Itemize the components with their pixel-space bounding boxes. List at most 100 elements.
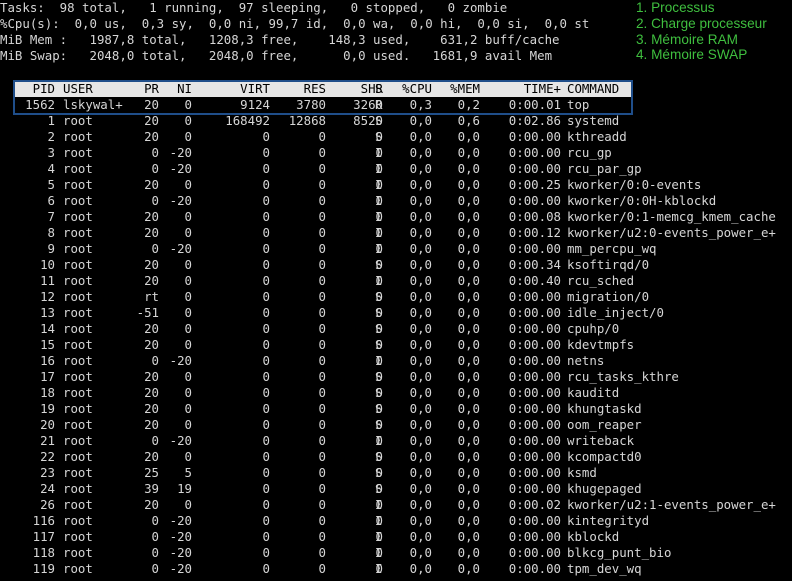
cell-ni: 19 [177, 481, 192, 496]
cell-time: 0:00.00 [508, 337, 561, 352]
cell-mem: 0,0 [457, 481, 480, 496]
table-row[interactable]: 117 root 0 -20 0 0 0 I 0,0 0,0 0:00.00 kblockd [0, 529, 792, 545]
cell-res: 0 [318, 273, 326, 288]
cell-pid: 14 [40, 321, 55, 336]
table-row[interactable]: 14 root 20 0 0 0 0 S 0,0 0,0 0:00.00 cpuhp/0 [0, 321, 792, 337]
cell-shr: 0 [375, 305, 383, 320]
cell-pr: 0 [151, 433, 159, 448]
cell-res: 0 [318, 289, 326, 304]
cell-virt: 0 [262, 417, 270, 432]
table-row[interactable]: 15 root 20 0 0 0 0 S 0,0 0,0 0:00.00 kdevtmpfs [0, 337, 792, 353]
cell-pr: 20 [144, 449, 159, 464]
cell-shr: 0 [375, 209, 383, 224]
cell-pid: 12 [40, 289, 55, 304]
cell-res: 0 [318, 529, 326, 544]
cell-cpu: 0,0 [409, 513, 432, 528]
cell-cpu: 0,0 [409, 433, 432, 448]
table-row[interactable]: 118 root 0 -20 0 0 0 I 0,0 0,0 0:00.00 blkcg_punt_b… [0, 545, 792, 561]
cell-ni: 0 [184, 369, 192, 384]
cell-res: 0 [318, 465, 326, 480]
table-row[interactable]: 116 root 0 -20 0 0 0 I 0,0 0,0 0:00.00 kintegrityd [0, 513, 792, 529]
cell-shr: 0 [375, 289, 383, 304]
cell-command: migration/0 [567, 289, 650, 304]
cell-shr: 0 [375, 481, 383, 496]
cell-pr: 20 [144, 321, 159, 336]
table-row[interactable]: 19 root 20 0 0 0 0 S 0,0 0,0 0:00.00 khungtaskd [0, 401, 792, 417]
cell-command: mm_percpu_wq [567, 241, 657, 256]
cell-time: 0:00.08 [508, 209, 561, 224]
cell-command: cpuhp/0 [567, 321, 620, 336]
cell-pid: 1 [47, 113, 55, 128]
table-row[interactable]: 16 root 0 -20 0 0 0 I 0,0 0,0 0:00.00 netns [0, 353, 792, 369]
cell-time: 0:00.00 [508, 241, 561, 256]
table-row[interactable]: 8 root 20 0 0 0 0 I 0,0 0,0 0:00.12 kworker/u2:0-ev… [0, 225, 792, 241]
table-row[interactable]: 23 root 25 5 0 0 0 S 0,0 0,0 0:00.00 ksmd [0, 465, 792, 481]
cell-shr: 0 [375, 401, 383, 416]
cell-res: 0 [318, 225, 326, 240]
table-row[interactable]: 5 root 20 0 0 0 0 I 0,0 0,0 0:00.25 kworker/0:0-eve… [0, 177, 792, 193]
cell-time: 0:00.00 [508, 353, 561, 368]
table-row[interactable]: 17 root 20 0 0 0 0 S 0,0 0,0 0:00.00 rcu_tasks_kthr… [0, 369, 792, 385]
table-row[interactable]: 11 root 20 0 0 0 0 I 0,0 0,0 0:00.40 rcu_sched [0, 273, 792, 289]
cell-res: 0 [318, 417, 326, 432]
cell-mem: 0,0 [457, 337, 480, 352]
table-row[interactable]: 22 root 20 0 0 0 0 S 0,0 0,0 0:00.00 kcompactd0 [0, 449, 792, 465]
cell-command: kworker/u2:1-events_power_e+ [567, 497, 776, 512]
cell-cpu: 0,0 [409, 353, 432, 368]
cell-pr: 0 [151, 561, 159, 576]
cell-mem: 0,0 [457, 401, 480, 416]
table-row[interactable]: 119 root 0 -20 0 0 0 I 0,0 0,0 0:00.00 tpm_dev_wq [0, 561, 792, 577]
cell-ni: 0 [184, 497, 192, 512]
cell-pr: 0 [151, 241, 159, 256]
table-row[interactable]: 26 root 20 0 0 0 0 I 0,0 0,0 0:00.02 kworker/u2:1-e… [0, 497, 792, 513]
cell-cpu: 0,0 [409, 129, 432, 144]
cell-time: 0:00.00 [508, 129, 561, 144]
table-row[interactable]: 2 root 20 0 0 0 0 S 0,0 0,0 0:00.00 kthreadd [0, 129, 792, 145]
cell-virt: 0 [262, 177, 270, 192]
cell-pid: 23 [40, 465, 55, 480]
cell-command: khugepaged [567, 481, 642, 496]
cell-res: 0 [318, 545, 326, 560]
table-row[interactable]: 9 root 0 -20 0 0 0 I 0,0 0,0 0:00.00 mm_percpu_wq [0, 241, 792, 257]
cell-shr: 0 [375, 529, 383, 544]
cell-virt: 0 [262, 321, 270, 336]
cell-pid: 4 [47, 161, 55, 176]
table-row[interactable]: 20 root 20 0 0 0 0 S 0,0 0,0 0:00.00 oom_reaper [0, 417, 792, 433]
cell-pr: 20 [144, 385, 159, 400]
cell-pr: 20 [144, 369, 159, 384]
table-row[interactable]: 12 root rt 0 0 0 0 S 0,0 0,0 0:00.00 migration/0 [0, 289, 792, 305]
cell-ni: 0 [184, 209, 192, 224]
cell-res: 0 [318, 561, 326, 576]
cell-command: tpm_dev_wq [567, 561, 642, 576]
table-row[interactable]: 21 root 0 -20 0 0 0 I 0,0 0,0 0:00.00 writeback [0, 433, 792, 449]
table-row[interactable]: 6 root 0 -20 0 0 0 I 0,0 0,0 0:00.00 kworker/0:0H-k… [0, 193, 792, 209]
table-row[interactable]: 10 root 20 0 0 0 0 S 0,0 0,0 0:00.34 ksoftirqd/0 [0, 257, 792, 273]
table-row[interactable]: 1 root 20 0 168492 12868 8520 S 0,0 0,6 0:02.86 sys… [0, 113, 792, 129]
table-row[interactable]: 4 root 0 -20 0 0 0 I 0,0 0,0 0:00.00 rcu_par_gp [0, 161, 792, 177]
terminal-window[interactable]: Tasks: 98 total, 1 running, 97 sleeping,… [0, 0, 792, 581]
cell-command: rcu_par_gp [567, 161, 642, 176]
cell-pr: 20 [144, 401, 159, 416]
cell-time: 0:00.00 [508, 481, 561, 496]
cell-pr: 0 [151, 545, 159, 560]
cell-ni: 0 [184, 449, 192, 464]
cell-ni: -20 [169, 545, 192, 560]
cell-ni: 0 [184, 337, 192, 352]
cell-ni: -20 [169, 145, 192, 160]
cell-shr: 0 [375, 433, 383, 448]
table-row[interactable]: 7 root 20 0 0 0 0 I 0,0 0,0 0:00.08 kworker/0:1-mem… [0, 209, 792, 225]
cell-res: 0 [318, 385, 326, 400]
table-row[interactable]: 18 root 20 0 0 0 0 S 0,0 0,0 0:00.00 kauditd [0, 385, 792, 401]
table-row[interactable]: 3 root 0 -20 0 0 0 I 0,0 0,0 0:00.00 rcu_gp [0, 145, 792, 161]
cell-pid: 5 [47, 177, 55, 192]
summary-mem: MiB Mem : 1987,8 total, 1208,3 free, 148… [0, 32, 560, 47]
cell-time: 0:00.00 [508, 385, 561, 400]
table-row[interactable]: 24 root 39 19 0 0 0 S 0,0 0,0 0:00.00 khugepaged [0, 481, 792, 497]
cell-shr: 0 [375, 161, 383, 176]
cell-ni: 0 [184, 129, 192, 144]
cell-shr: 0 [375, 337, 383, 352]
cell-res: 0 [318, 321, 326, 336]
summary-swap: MiB Swap: 2048,0 total, 2048,0 free, 0,0… [0, 48, 553, 63]
table-row[interactable]: 13 root -51 0 0 0 0 S 0,0 0,0 0:00.00 idle_inject/0 [0, 305, 792, 321]
cell-virt: 0 [262, 481, 270, 496]
